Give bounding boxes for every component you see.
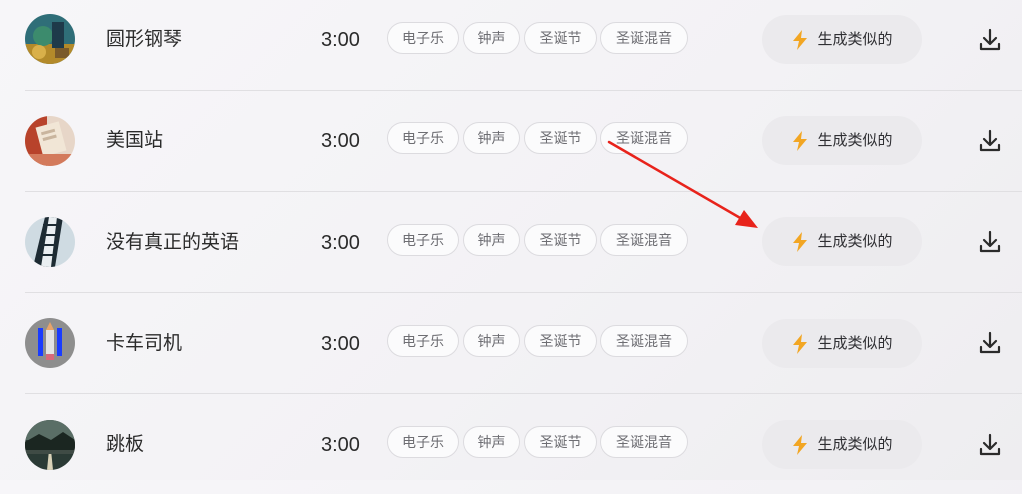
generate-similar-button[interactable]: 生成类似的: [762, 319, 922, 368]
tag-chip[interactable]: 钟声: [463, 325, 520, 357]
generate-similar-label: 生成类似的: [817, 131, 893, 149]
generate-similar-button[interactable]: 生成类似的: [762, 116, 922, 165]
tag-chip[interactable]: 圣诞混音: [600, 122, 688, 154]
tag-chip[interactable]: 电子乐: [387, 122, 459, 154]
tag-chip[interactable]: 钟声: [463, 22, 520, 54]
track-duration: 3:00: [321, 333, 360, 355]
generate-similar-button[interactable]: 生成类似的: [762, 15, 922, 64]
tag-chip[interactable]: 钟声: [463, 224, 520, 256]
tag-chip[interactable]: 电子乐: [387, 426, 459, 458]
track-title[interactable]: 圆形钢琴: [106, 28, 182, 52]
track-thumbnail[interactable]: [25, 318, 75, 368]
tag-chip[interactable]: 圣诞节: [524, 325, 597, 357]
track-title[interactable]: 美国站: [106, 129, 163, 153]
track-row: 跳板 3:00 电子乐 钟声 圣诞节 圣诞混音 生成类似的: [0, 393, 1022, 494]
generate-similar-label: 生成类似的: [817, 435, 893, 453]
track-row: 美国站 3:00 电子乐 钟声 圣诞节 圣诞混音 生成类似的: [0, 90, 1022, 192]
generate-similar-label: 生成类似的: [817, 334, 893, 352]
tag-chip[interactable]: 圣诞节: [524, 22, 597, 54]
track-row: 圆形钢琴 3:00 电子乐 钟声 圣诞节 圣诞混音 生成类似的: [0, 0, 1022, 91]
tag-chip[interactable]: 圣诞节: [524, 224, 597, 256]
tag-chip[interactable]: 电子乐: [387, 224, 459, 256]
tag-chip[interactable]: 电子乐: [387, 22, 459, 54]
tag-chip[interactable]: 钟声: [463, 426, 520, 458]
track-duration: 3:00: [321, 130, 360, 152]
track-title[interactable]: 卡车司机: [106, 332, 182, 356]
tag-chip[interactable]: 圣诞节: [524, 122, 597, 154]
tag-chip[interactable]: 电子乐: [387, 325, 459, 357]
lightning-icon: [793, 434, 808, 455]
track-thumbnail[interactable]: [25, 217, 75, 267]
tag-chip[interactable]: 圣诞混音: [600, 325, 688, 357]
tag-chip[interactable]: 圣诞节: [524, 426, 597, 458]
generate-similar-label: 生成类似的: [817, 232, 893, 250]
download-icon[interactable]: [976, 26, 1004, 54]
download-icon[interactable]: [976, 329, 1004, 357]
tag-chip[interactable]: 圣诞混音: [600, 22, 688, 54]
tag-chip[interactable]: 圣诞混音: [600, 224, 688, 256]
generate-similar-label: 生成类似的: [817, 30, 893, 48]
lightning-icon: [793, 333, 808, 354]
track-title[interactable]: 没有真正的英语: [106, 231, 239, 255]
track-row: 没有真正的英语 3:00 电子乐 钟声 圣诞节 圣诞混音 生成类似的: [0, 191, 1022, 293]
lightning-icon: [793, 29, 808, 50]
track-row: 卡车司机 3:00 电子乐 钟声 圣诞节 圣诞混音 生成类似的: [0, 292, 1022, 394]
track-thumbnail[interactable]: [25, 116, 75, 166]
track-thumbnail[interactable]: [25, 420, 75, 470]
download-icon[interactable]: [976, 127, 1004, 155]
tag-chip[interactable]: 圣诞混音: [600, 426, 688, 458]
download-icon[interactable]: [976, 431, 1004, 459]
lightning-icon: [793, 130, 808, 151]
track-thumbnail[interactable]: [25, 14, 75, 64]
track-duration: 3:00: [321, 434, 360, 456]
lightning-icon: [793, 231, 808, 252]
track-duration: 3:00: [321, 232, 360, 254]
download-icon[interactable]: [976, 228, 1004, 256]
generate-similar-button[interactable]: 生成类似的: [762, 217, 922, 266]
generate-similar-button[interactable]: 生成类似的: [762, 420, 922, 469]
tag-chip[interactable]: 钟声: [463, 122, 520, 154]
track-title[interactable]: 跳板: [106, 433, 144, 457]
track-duration: 3:00: [321, 29, 360, 51]
